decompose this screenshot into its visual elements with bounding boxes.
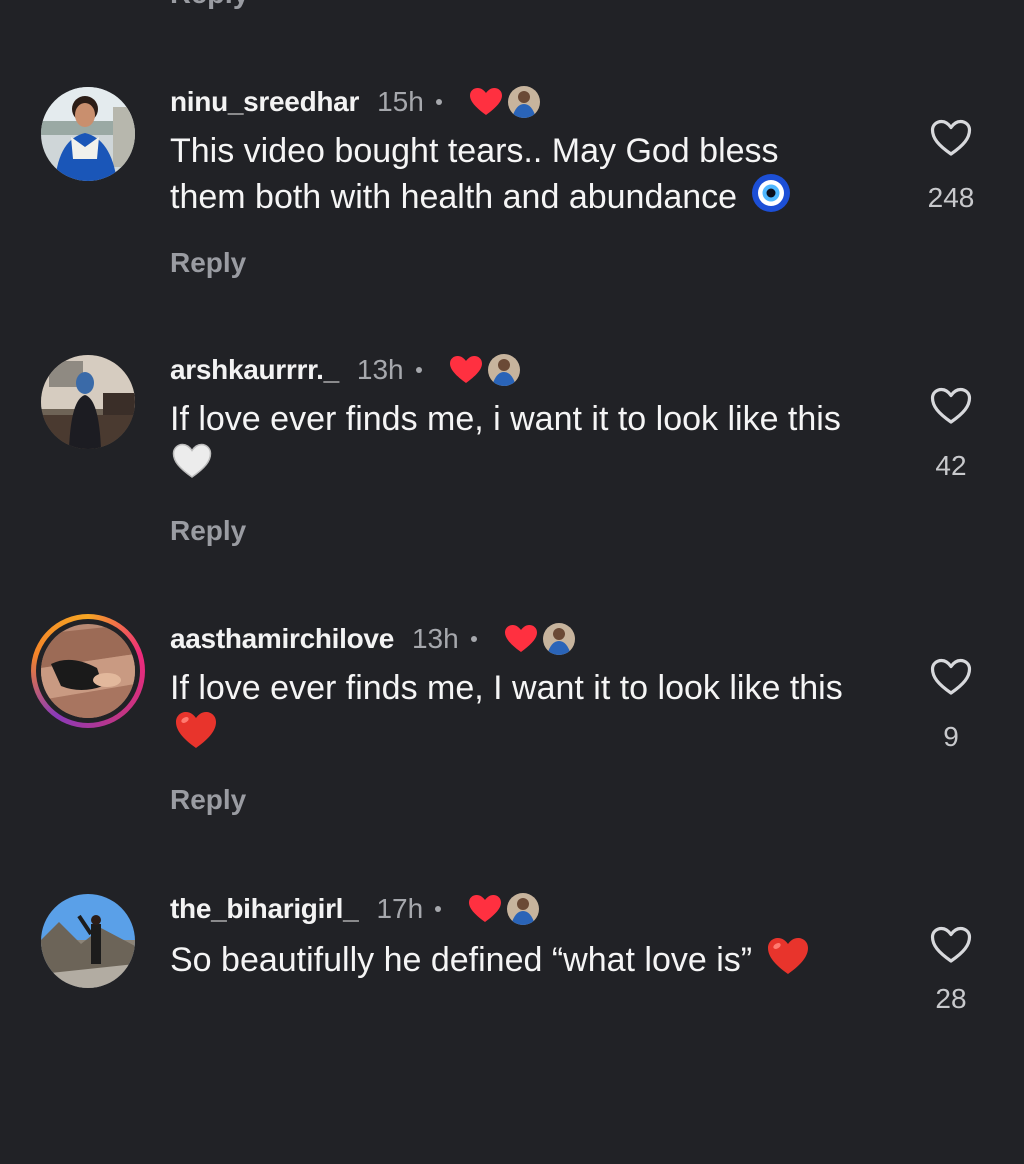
creator-avatar-icon: [507, 893, 540, 925]
avatar[interactable]: [41, 894, 135, 988]
like-area: 28: [920, 926, 982, 1015]
separator-dot: [415, 367, 422, 373]
comment-body: This video bought tears.. May God bless …: [170, 132, 779, 216]
previous-reply-button[interactable]: Reply: [170, 0, 249, 11]
comment-text: If love ever finds me, i want it to look…: [170, 397, 860, 490]
comment-text: This video bought tears.. May God bless …: [170, 129, 860, 224]
like-heart-icon[interactable]: [920, 119, 982, 162]
username[interactable]: ninu_sreedhar: [170, 86, 359, 118]
like-heart-icon[interactable]: [920, 387, 982, 430]
comment-meta: aasthamirchilove 13h: [170, 621, 575, 657]
timestamp: 17h: [376, 893, 424, 924]
comment-item: aasthamirchilove 13h If love ever finds …: [0, 614, 1024, 894]
red-heart-icon: [766, 936, 810, 987]
creator-liked-heart-icon: [504, 625, 537, 653]
avatar[interactable]: [41, 87, 135, 181]
like-count: 9: [943, 721, 959, 752]
comment-meta: ninu_sreedhar 15h: [170, 84, 540, 120]
avatar[interactable]: [41, 355, 135, 449]
like-count: 42: [935, 450, 967, 481]
red-heart-icon: [174, 710, 218, 761]
like-count: 248: [927, 182, 975, 213]
comment-item: ninu_sreedhar 15h This video bought tear…: [0, 84, 1024, 357]
separator-dot: [470, 636, 477, 642]
comment-body: If love ever finds me, I want it to look…: [170, 669, 843, 707]
reply-button[interactable]: Reply: [170, 784, 246, 816]
comment-item: arshkaurrrr._ 13h If love ever finds me,…: [0, 352, 1024, 625]
timestamp: 13h: [411, 623, 459, 654]
like-heart-icon[interactable]: [920, 658, 982, 701]
like-area: 9: [920, 658, 982, 753]
comment-body: If love ever finds me, i want it to look…: [170, 400, 841, 438]
creator-liked-heart-icon: [469, 88, 502, 116]
comment-text: If love ever finds me, I want it to look…: [170, 666, 860, 761]
avatar-with-story-ring[interactable]: [31, 614, 145, 728]
white-heart-icon: [172, 443, 212, 490]
comment-meta: arshkaurrrr._ 13h: [170, 352, 520, 388]
reply-button[interactable]: Reply: [170, 247, 246, 279]
comment-text: So beautifully he defined “what love is”: [170, 936, 860, 987]
comment-body: So beautifully he defined “what love is”: [170, 941, 753, 979]
like-area: 42: [920, 387, 982, 482]
like-count: 28: [935, 983, 967, 1014]
creator-liked-heart-icon: [469, 895, 502, 923]
creator-avatar-icon: [507, 86, 540, 118]
comment-meta: the_biharigirl_ 17h: [170, 891, 540, 927]
username[interactable]: arshkaurrrr._: [170, 354, 339, 386]
creator-liked-heart-icon: [449, 356, 482, 384]
username[interactable]: aasthamirchilove: [170, 623, 394, 655]
separator-dot: [435, 99, 442, 105]
creator-avatar-icon: [542, 623, 575, 655]
timestamp: 15h: [377, 86, 424, 117]
avatar: [41, 624, 135, 718]
like-area: 248: [920, 119, 982, 214]
creator-avatar-icon: [487, 354, 520, 386]
comment-item: the_biharigirl_ 17h So beautifully he de…: [0, 891, 1024, 1164]
separator-dot: [435, 906, 442, 912]
like-heart-icon[interactable]: [920, 926, 982, 969]
timestamp: 13h: [356, 354, 404, 385]
reply-button[interactable]: Reply: [170, 515, 246, 547]
username[interactable]: the_biharigirl_: [170, 893, 359, 925]
nazar-amulet-icon: [751, 173, 791, 224]
